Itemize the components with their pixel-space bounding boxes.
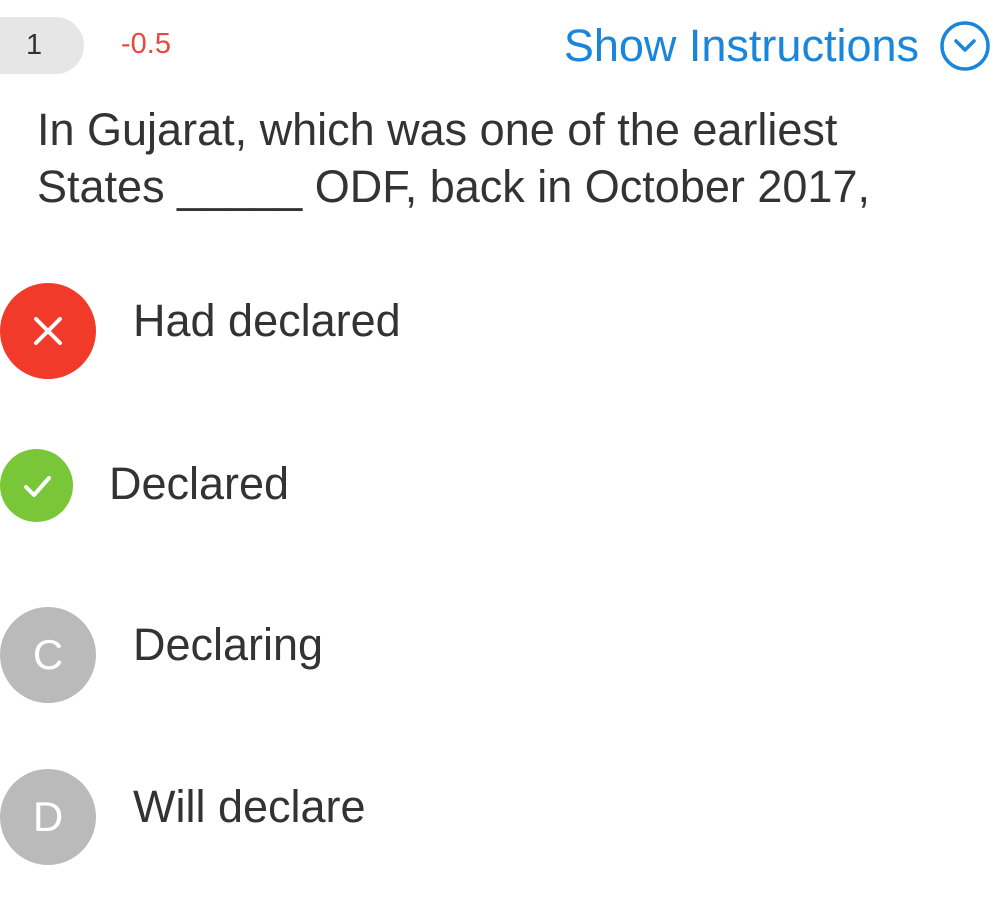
question-header: 1 -0.5 Show Instructions [0, 0, 1008, 90]
question-text: In Gujarat, which was one of the earlies… [37, 104, 870, 212]
option-c-label: Declaring [133, 619, 324, 670]
option-c-letter: C [32, 631, 64, 678]
option-a-label: Had declared [133, 295, 401, 346]
negative-marks: -0.5 [121, 28, 171, 60]
option-b[interactable]: Declared [0, 439, 1008, 539]
close-icon [34, 317, 62, 345]
check-icon [23, 475, 51, 497]
option-b-label: Declared [109, 458, 290, 509]
option-c-badge: C [0, 607, 96, 703]
option-b-badge [0, 449, 73, 522]
chevron-down-circle-icon [940, 21, 990, 71]
option-d-badge: D [0, 769, 96, 865]
option-d[interactable]: D Will declare [0, 769, 1008, 869]
show-instructions-button[interactable]: Show Instructions [564, 18, 991, 74]
option-c[interactable]: C Declaring [0, 607, 1008, 707]
question-number: 1 [26, 29, 43, 61]
option-d-letter: D [32, 793, 64, 840]
option-d-label: Will declare [133, 781, 366, 832]
question-number-badge: 1 [0, 17, 84, 74]
show-instructions-label: Show Instructions [563, 20, 919, 71]
option-a[interactable]: Had declared [0, 283, 1008, 383]
option-a-badge [0, 283, 96, 379]
